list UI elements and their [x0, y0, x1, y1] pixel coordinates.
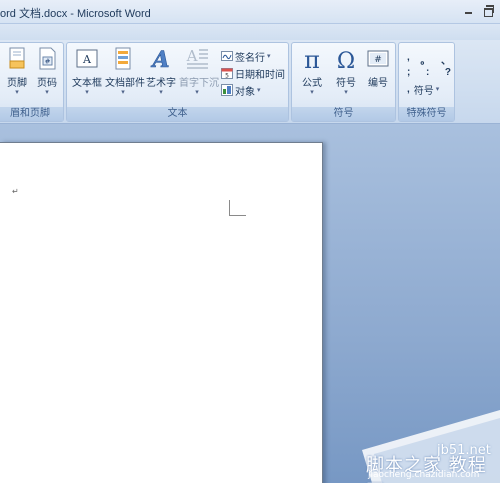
quick-parts-label: 文档部件: [105, 78, 145, 89]
number-icon: #: [365, 46, 391, 72]
margin-corner-marker: [229, 200, 246, 216]
date-time-label: 日期和时间: [235, 69, 285, 81]
title-bar: ord 文档.docx - Microsoft Word: [0, 0, 500, 24]
paragraph-mark: ↵: [12, 187, 19, 196]
special-symbols-more-label: 符号: [413, 85, 434, 97]
wordart-label: 艺术字: [146, 78, 176, 89]
chevron-down-icon: ▾: [257, 87, 261, 94]
symbol-label: 符号: [336, 78, 356, 89]
special-symbol-enum-comma[interactable]: 、: [441, 52, 451, 67]
special-symbol-colon[interactable]: :: [426, 67, 429, 78]
chevron-down-icon: ▾: [435, 86, 440, 93]
special-symbols-row-1: , 。 、: [407, 52, 451, 67]
signature-line-label: 签名行: [235, 52, 265, 64]
group-special-symbols: , 。 、 ; : ? , 符号 ▾ 特殊符号: [398, 42, 455, 122]
chevron-down-icon: ▾: [121, 89, 125, 96]
drop-cap-label: 首字下沉: [179, 78, 219, 89]
symbol-button[interactable]: Ω 符号 ▾: [328, 46, 364, 104]
svg-text:A: A: [150, 47, 169, 72]
group-label-special-symbols: 特殊符号: [399, 107, 454, 121]
special-symbol-semicolon[interactable]: ;: [407, 67, 410, 78]
chevron-down-icon: ▾: [310, 89, 314, 96]
chevron-down-icon: ▾: [159, 89, 163, 96]
chevron-down-icon: ▾: [195, 89, 199, 96]
quick-parts-button[interactable]: 文档部件 ▾: [105, 46, 145, 104]
group-label-symbols: 符号: [292, 107, 395, 121]
object-icon: [221, 84, 233, 96]
svg-text:A: A: [82, 53, 92, 66]
window-title: ord 文档.docx - Microsoft Word: [0, 8, 151, 20]
omega-icon: Ω: [333, 46, 359, 74]
special-symbol-comma[interactable]: ,: [407, 52, 410, 67]
special-symbols-more-button[interactable]: , 符号 ▾: [407, 81, 439, 97]
group-label-header-footer: 眉和页脚: [0, 107, 63, 121]
chevron-down-icon: ▾: [344, 89, 348, 96]
equation-label: 公式: [302, 78, 322, 89]
signature-line-button[interactable]: 签名行 ▾: [221, 48, 271, 64]
watermark-url: jiaocheng.chazidian.com: [368, 470, 480, 480]
footer-icon: [4, 46, 30, 72]
svg-text:#: #: [374, 55, 382, 65]
page-number-label: 页码: [37, 78, 57, 89]
svg-text:A: A: [186, 47, 198, 65]
special-symbol-period[interactable]: 。: [420, 52, 430, 67]
textbox-button[interactable]: A 文本框 ▾: [69, 46, 105, 104]
equation-button[interactable]: π 公式 ▾: [294, 46, 330, 104]
group-text: A 文本框 ▾ 文档部件 ▾ A 艺术字 ▾ A 首字下沉 ▾ 签名行 ▾ 5 …: [66, 42, 289, 122]
group-header-footer: 页脚 ▾ # 页码 ▾ 眉和页脚: [0, 42, 64, 122]
minimize-button[interactable]: [462, 3, 476, 17]
group-label-text: 文本: [67, 107, 288, 121]
comma-symbol-icon: ,: [407, 83, 410, 95]
ribbon: 页脚 ▾ # 页码 ▾ 眉和页脚 A 文本框 ▾ 文档部件 ▾ A 艺术字 ▾ …: [0, 24, 500, 124]
textbox-icon: A: [74, 46, 100, 72]
quick-parts-icon: [110, 46, 136, 72]
wordart-icon: A: [148, 46, 174, 74]
group-symbols: π 公式 ▾ Ω 符号 ▾ # 编号 符号: [291, 42, 396, 122]
signature-icon: [221, 50, 233, 62]
object-button[interactable]: 对象 ▾: [221, 82, 261, 98]
special-symbols-row-2: ; : ?: [407, 67, 451, 78]
page-number-button[interactable]: # 页码 ▾: [29, 46, 65, 104]
ribbon-tab-strip: [0, 24, 500, 40]
textbox-label: 文本框: [72, 78, 102, 89]
pi-icon: π: [299, 46, 325, 74]
drop-cap-icon: A: [184, 46, 210, 72]
wordart-button[interactable]: A 艺术字 ▾: [143, 46, 179, 104]
date-time-button[interactable]: 5 日期和时间: [221, 65, 285, 81]
number-button[interactable]: # 编号: [360, 46, 396, 104]
page-number-icon: #: [34, 46, 60, 72]
special-symbol-question[interactable]: ?: [445, 67, 451, 78]
object-label: 对象: [235, 86, 255, 98]
restore-button[interactable]: [481, 3, 495, 17]
chevron-down-icon: ▾: [85, 89, 89, 96]
chevron-down-icon: ▾: [45, 89, 49, 96]
svg-text:5: 5: [225, 73, 229, 80]
number-label: 编号: [368, 78, 388, 89]
svg-text:#: #: [45, 58, 51, 66]
drop-cap-button[interactable]: A 首字下沉 ▾: [179, 46, 219, 104]
svg-text:Ω: Ω: [337, 49, 355, 72]
document-page[interactable]: ↵: [0, 142, 323, 483]
chevron-down-icon: ▾: [267, 53, 271, 60]
svg-text:π: π: [304, 46, 320, 72]
calendar-icon: 5: [221, 67, 233, 80]
